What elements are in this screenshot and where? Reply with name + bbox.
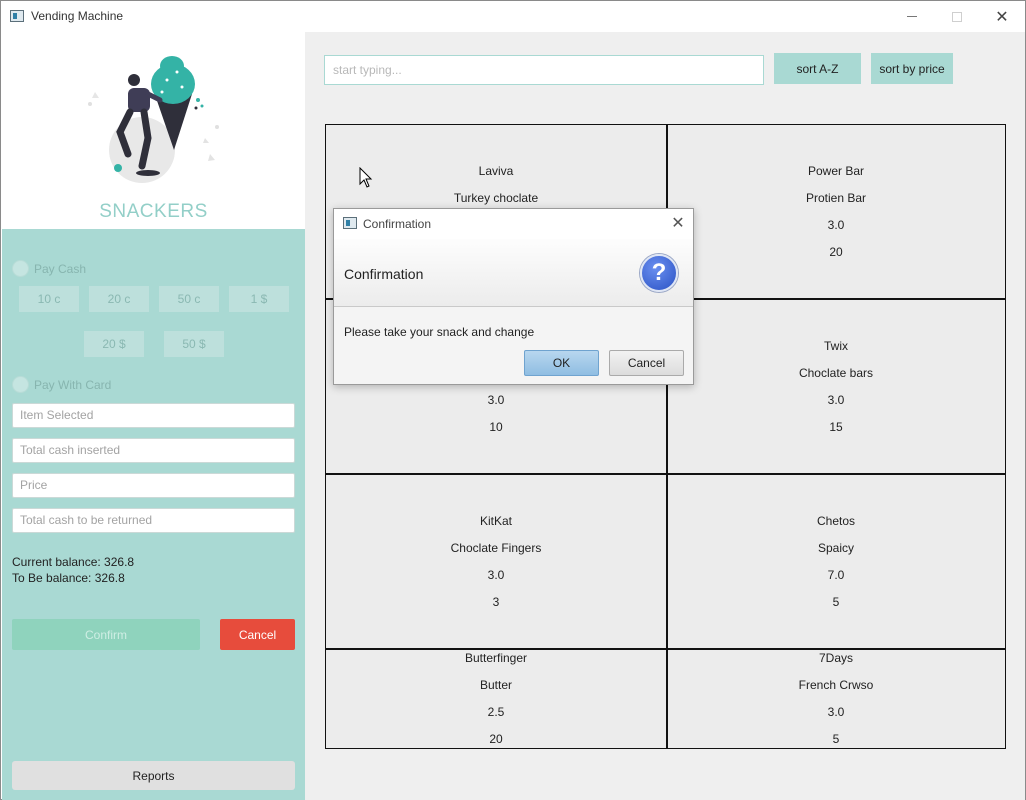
coin-20c-button[interactable]: 20 c (89, 286, 149, 312)
note-20-dollar-button[interactable]: 20 $ (84, 331, 144, 357)
maximize-button[interactable] (934, 1, 980, 32)
product-qty: 3 (492, 595, 500, 609)
dialog-header-text: Confirmation (344, 266, 424, 282)
product-desc: Protien Bar (805, 191, 867, 205)
dialog-close-icon[interactable]: ✕ (668, 214, 688, 234)
payment-panel: Pay Cash 10 c 20 c 50 c 1 $ 20 $ 50 $ Pa… (2, 229, 305, 800)
app-icon (10, 10, 24, 22)
minimize-icon (907, 16, 917, 17)
app-icon (343, 217, 357, 229)
dialog-header: Confirmation ? (334, 239, 693, 307)
product-price: 3.0 (827, 218, 845, 232)
product-price: 3.0 (487, 393, 505, 407)
grid-divider (326, 473, 1005, 475)
dialog-cancel-button[interactable]: Cancel (609, 350, 684, 376)
title-bar: Vending Machine ✕ (1, 1, 1025, 32)
dialog-ok-button[interactable]: OK (524, 350, 599, 376)
product-card[interactable]: Twix Choclate bars 3.0 15 (666, 333, 1006, 441)
product-qty: 20 (489, 732, 503, 746)
product-card[interactable]: 7Days French Crwso 3.0 5 (666, 645, 1006, 753)
product-card[interactable]: Power Bar Protien Bar 3.0 20 (666, 158, 1006, 266)
close-icon: ✕ (995, 8, 1009, 26)
maximize-icon (952, 11, 962, 22)
pay-cash-option[interactable]: Pay Cash (12, 260, 86, 277)
note-50-dollar-button[interactable]: 50 $ (164, 331, 224, 357)
cancel-button[interactable]: Cancel (220, 619, 295, 650)
product-qty: 10 (489, 420, 503, 434)
brand-name: SNACKERS (99, 201, 208, 222)
grid-divider (326, 648, 1005, 650)
coin-50c-button[interactable]: 50 c (159, 286, 219, 312)
current-balance: Current balance: 326.8 (12, 555, 135, 569)
sort-az-button[interactable]: sort A-Z (774, 53, 861, 84)
reports-button[interactable]: Reports (12, 761, 295, 790)
product-desc: French Crwso (798, 678, 874, 692)
product-price: 3.0 (487, 568, 505, 582)
product-price: 7.0 (827, 568, 845, 582)
pay-cash-radio[interactable] (12, 260, 29, 277)
product-name: Twix (824, 339, 848, 353)
close-button[interactable]: ✕ (979, 1, 1025, 32)
dialog-title: Confirmation (363, 217, 432, 231)
dialog-title-bar: Confirmation ✕ (334, 209, 693, 239)
cursor-icon (359, 167, 373, 188)
product-price: 3.0 (827, 705, 845, 719)
product-price: 3.0 (827, 393, 845, 407)
window-title: Vending Machine (31, 9, 124, 23)
confirmation-dialog: Confirmation ✕ Confirmation ? Please tak… (333, 208, 694, 385)
pay-card-option[interactable]: Pay With Card (12, 376, 111, 393)
product-desc: Choclate bars (798, 366, 874, 380)
question-icon: ? (640, 254, 678, 292)
products-panel: start typing... sort A-Z sort by price L… (305, 32, 1025, 800)
product-price: 2.5 (487, 705, 505, 719)
product-card[interactable]: Butterfinger Butter 2.5 20 (326, 645, 666, 753)
product-qty: 20 (829, 245, 843, 259)
product-qty: 15 (829, 420, 843, 434)
product-card[interactable]: Chetos Spaicy 7.0 5 (666, 508, 1006, 616)
confirm-button[interactable]: Confirm (12, 619, 200, 650)
product-qty: 5 (832, 732, 840, 746)
cash-returned-field[interactable]: Total cash to be returned (12, 508, 295, 533)
product-name: KitKat (479, 514, 512, 528)
item-selected-field[interactable]: Item Selected (12, 403, 295, 428)
pay-card-radio[interactable] (12, 376, 29, 393)
product-name: Chetos (816, 514, 856, 528)
product-desc: Spaicy (817, 541, 855, 555)
total-cash-field[interactable]: Total cash inserted (12, 438, 295, 463)
coin-1-dollar-button[interactable]: 1 $ (229, 286, 289, 312)
pay-cash-label: Pay Cash (34, 261, 87, 276)
app-window: Vending Machine ✕ SNACKERS Pay Cash 10 c… (0, 0, 1026, 800)
coin-10c-button[interactable]: 10 c (19, 286, 79, 312)
product-card[interactable]: KitKat Choclate Fingers 3.0 3 (326, 508, 666, 616)
minimize-button[interactable] (889, 1, 935, 32)
sort-price-button[interactable]: sort by price (871, 53, 953, 84)
product-desc: Butter (479, 678, 512, 692)
brand-area: SNACKERS (2, 32, 305, 229)
product-name: Power Bar (807, 164, 865, 178)
product-name: Laviva (478, 164, 514, 178)
price-field[interactable]: Price (12, 473, 295, 498)
dialog-message: Please take your snack and change (344, 325, 535, 339)
product-desc: Choclate Fingers (450, 541, 542, 555)
pay-card-label: Pay With Card (34, 377, 112, 392)
search-input[interactable]: start typing... (324, 55, 764, 85)
snack-illustration (88, 56, 219, 183)
product-qty: 5 (832, 595, 840, 609)
to-be-balance: To Be balance: 326.8 (12, 571, 125, 585)
